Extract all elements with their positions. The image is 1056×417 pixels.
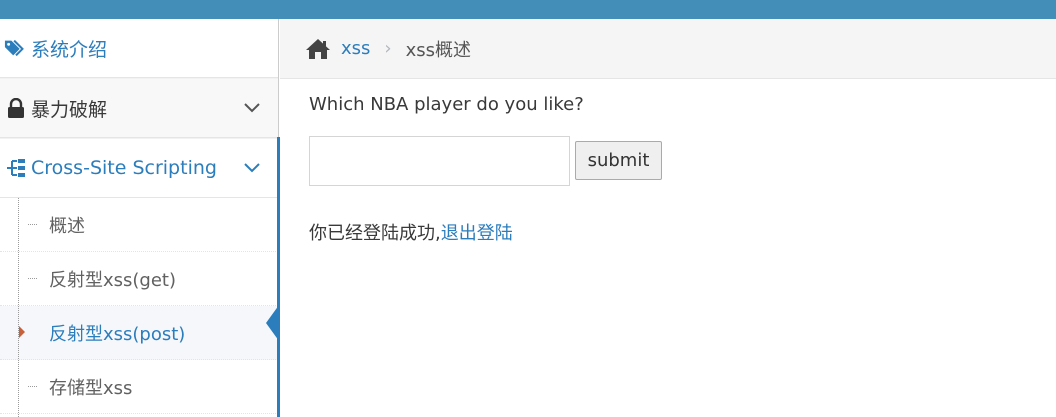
top-navbar — [0, 0, 1056, 19]
sidebar-item-label: Cross-Site Scripting — [31, 157, 217, 179]
breadcrumb-separator-icon: › — [384, 38, 392, 59]
sidebar-item-brute-force[interactable]: 暴力破解 — [0, 79, 278, 138]
tree-line — [18, 198, 19, 417]
question-label: Which NBA player do you like? — [309, 94, 584, 115]
submenu-item-reflected-get[interactable]: 反射型xss(get) — [0, 252, 278, 306]
submenu-item-label: 存储型xss — [49, 377, 133, 399]
chevron-down-icon[interactable] — [240, 96, 264, 120]
tree-connector — [28, 386, 37, 387]
submit-button[interactable]: submit — [575, 141, 662, 180]
xss-submenu: 概述 反射型xss(get) 反射型xss(post) 存储型xss — [0, 198, 278, 417]
caret-right-icon — [19, 326, 25, 338]
submenu-item-label: 反射型xss(get) — [49, 269, 177, 291]
tags-icon — [4, 36, 28, 60]
logout-link[interactable]: 退出登陆 — [441, 223, 513, 244]
tree-connector — [28, 278, 37, 279]
login-status-text: 你已经登陆成功, — [309, 223, 441, 244]
sidebar-item-intro[interactable]: 系统介绍 — [0, 19, 278, 78]
submenu-item-reflected-post[interactable]: 反射型xss(post) — [0, 306, 278, 360]
login-status: 你已经登陆成功,退出登陆 — [309, 219, 513, 245]
sidebar-item-xss[interactable]: Cross-Site Scripting — [0, 139, 278, 198]
submenu-item-label: 概述 — [49, 215, 85, 237]
submenu-item-stored[interactable]: 存储型xss — [0, 360, 278, 414]
chevron-down-icon[interactable] — [240, 156, 264, 180]
submenu-item-label: 反射型xss(post) — [49, 323, 186, 345]
breadcrumb-current: xss概述 — [405, 39, 472, 61]
breadcrumb-link-xss[interactable]: xss — [341, 38, 370, 59]
submenu-item-overview[interactable]: 概述 — [0, 198, 278, 252]
sitemap-icon — [4, 156, 28, 180]
player-input[interactable] — [309, 136, 570, 186]
breadcrumb: xss › xss概述 — [280, 19, 1056, 79]
active-item-pointer — [266, 305, 279, 341]
sidebar: 系统介绍 暴力破解 Cross-Site Scripting 概述 反射型xss… — [0, 19, 279, 417]
sidebar-item-label: 暴力破解 — [31, 98, 108, 121]
lock-icon — [4, 96, 28, 120]
active-section-bar — [277, 137, 280, 417]
sidebar-item-label: 系统介绍 — [31, 38, 108, 61]
home-icon[interactable] — [304, 35, 332, 63]
tree-connector — [28, 224, 37, 225]
